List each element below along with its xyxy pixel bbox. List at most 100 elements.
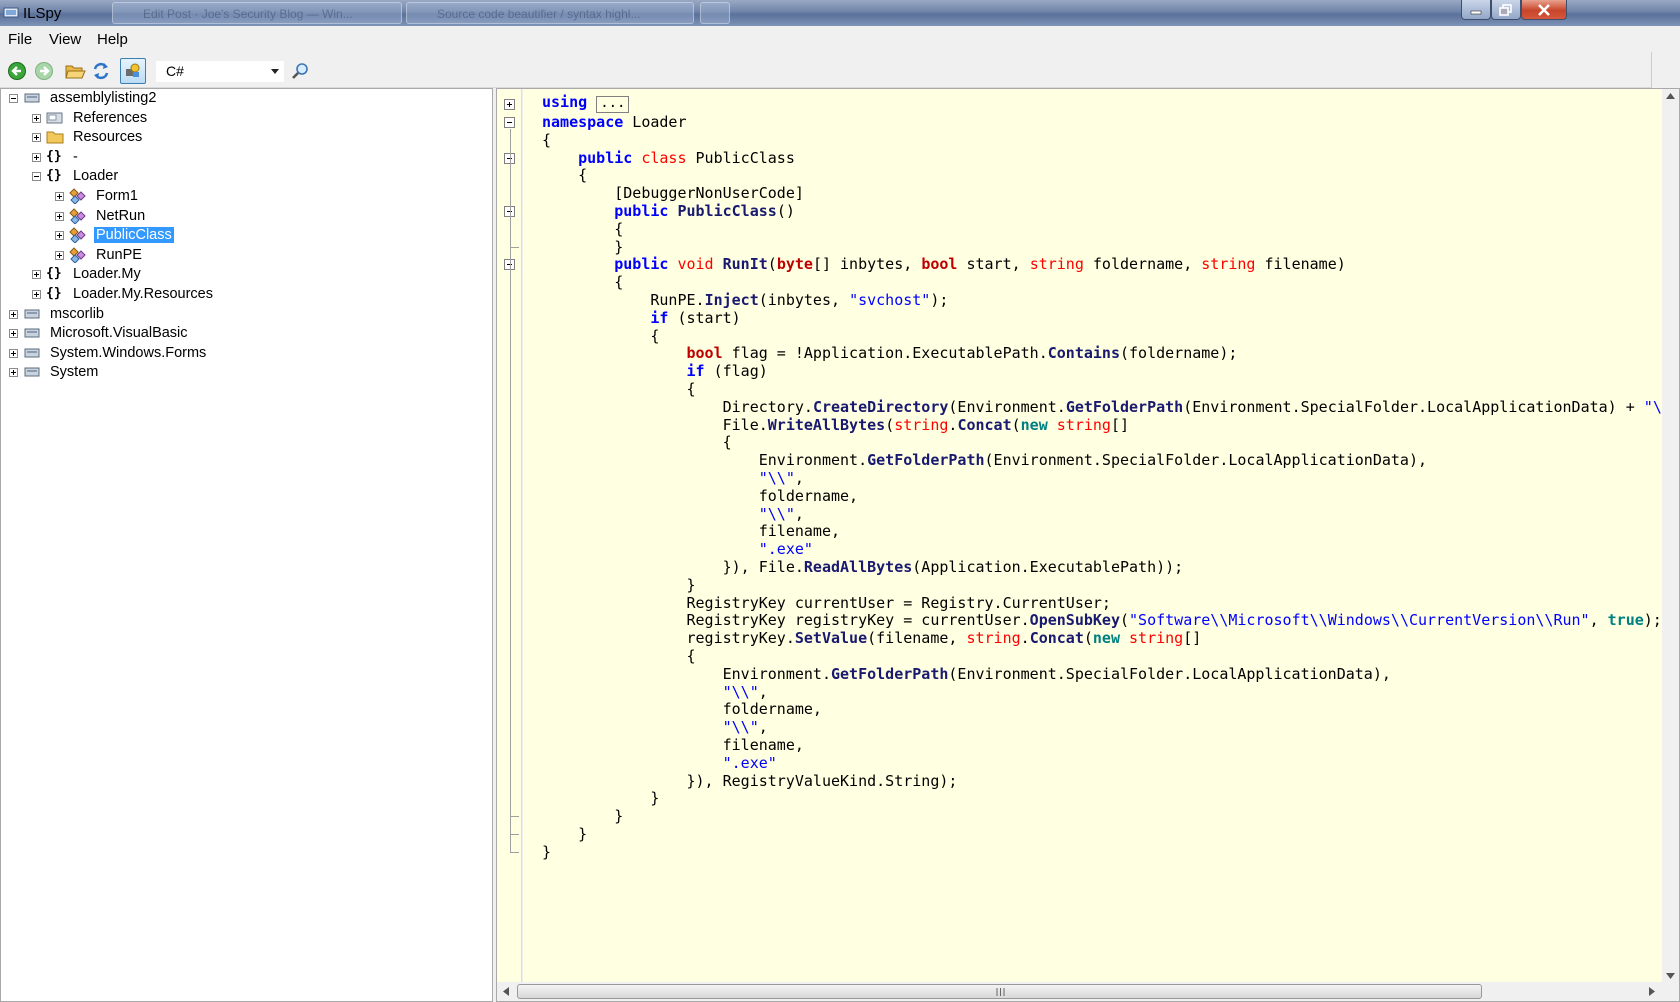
tree-node[interactable]: mscorlib [1,305,491,325]
restore-icon [1499,3,1512,16]
tree-node-label[interactable]: Microsoft.VisualBasic [48,325,190,341]
language-dropdown-value: C# [166,63,184,79]
collapse-namespace-icon[interactable] [504,117,515,128]
expand-icon[interactable] [55,250,64,260]
code-line: namespace Loader [542,113,687,131]
reload-button[interactable] [90,60,112,82]
minimize-button[interactable] [1461,0,1491,20]
code-line: filename, [542,736,804,754]
tree-node[interactable]: {} Loader.My [1,265,491,285]
tree-node-label[interactable]: mscorlib [48,306,106,322]
code-line: } [542,807,624,826]
scroll-down-icon[interactable] [1666,973,1675,979]
search-button[interactable] [289,60,311,82]
code-line: ".exe" [758,540,813,559]
tree-node[interactable]: {} Loader [1,167,491,187]
expand-icon[interactable] [55,231,64,241]
tree-node[interactable]: System.Windows.Forms [1,344,491,364]
language-dropdown[interactable]: C# [156,61,284,82]
code-line: Environment.GetFolderPath(Environment.Sp… [542,664,1391,683]
horizontal-scroll-thumb[interactable] [517,984,1482,999]
search-icon [292,63,308,79]
expand-icon[interactable] [32,133,41,143]
fold-guide-end [510,246,519,248]
tree-node-label[interactable]: Resources [71,129,144,145]
menu-view[interactable]: View [49,31,81,48]
fold-guide-end [510,834,519,835]
expand-icon[interactable] [9,309,18,319]
open-button[interactable] [64,60,86,82]
code-line: registryKey.SetValue(filename, string.Co… [542,629,1202,648]
tree-node[interactable]: NetRun [1,207,491,227]
background-window-close-icon[interactable] [700,2,730,24]
background-window-tab[interactable]: Source code beautifier / syntax highl... [406,2,694,24]
background-window-tab[interactable]: Edit Post · Joe's Security Blog — Win... [112,2,402,24]
menu-help[interactable]: Help [97,31,128,48]
expand-icon[interactable] [9,368,18,378]
assembly-icon [23,90,41,107]
tree-node[interactable]: Resources [1,128,491,148]
expand-icon[interactable] [32,270,41,280]
menu-file[interactable]: File [8,31,32,48]
grip-icon [996,988,1005,996]
tree-node[interactable]: RunPE [1,246,491,266]
tree-node-label[interactable]: - [71,149,80,165]
scroll-left-icon[interactable] [503,987,509,996]
collapse-icon[interactable] [9,94,18,103]
tree-node[interactable]: Form1 [1,187,491,207]
expand-icon[interactable] [55,211,64,221]
reload-icon [93,62,109,80]
tree-node-label[interactable]: System.Windows.Forms [48,345,208,361]
expand-icon[interactable] [55,192,64,201]
tree-node[interactable]: assemblylisting2 [1,89,491,109]
code-line: { [542,326,660,345]
collapsed-usings[interactable]: ... [596,96,630,114]
tree-node-label[interactable]: System [48,364,100,380]
namespace-icon: {} [46,266,62,282]
tree-node[interactable]: References [1,109,491,129]
tree-node-label[interactable]: Loader.My [71,266,143,282]
maximize-button[interactable] [1491,0,1521,20]
class-icon [69,227,87,244]
expand-icon[interactable] [9,329,18,339]
code-line: RunPE.Inject(inbytes, "svchost"); [542,291,949,309]
code-line: { [542,433,732,452]
close-icon [1538,3,1550,16]
expand-icon[interactable] [32,113,41,123]
tree-node[interactable]: System [1,363,491,383]
expand-usings-icon[interactable] [504,99,515,111]
scroll-up-icon[interactable] [1666,93,1675,99]
window-title: ILSpy [23,5,62,22]
forward-button[interactable] [33,60,55,82]
tree-node[interactable]: PublicClass [1,226,491,246]
tree-node-label[interactable]: RunPE [94,247,144,263]
tree-node[interactable]: {} - [1,148,491,168]
scroll-right-icon[interactable] [1649,987,1655,996]
horizontal-scrollbar[interactable] [497,982,1662,1001]
tree-node-label[interactable]: Form1 [94,188,140,204]
back-button[interactable] [6,60,28,82]
tree-node-label[interactable]: PublicClass [94,227,174,244]
code-line: foldername, [542,700,822,719]
tree-node-label[interactable]: References [71,110,149,126]
tree-node[interactable]: {} Loader.My.Resources [1,285,491,305]
assembly-tree[interactable]: assemblylisting2 References Resources{} -{}… [0,88,493,1002]
expand-icon[interactable] [32,290,41,299]
show-internal-icon [126,63,140,77]
toolbar-overflow[interactable] [1651,52,1680,88]
collapse-icon[interactable] [32,172,41,182]
code-line: "\\", [758,504,804,523]
show-internal-types-toggle[interactable] [120,58,146,84]
tree-node-label[interactable]: NetRun [94,208,147,224]
tree-node[interactable]: Microsoft.VisualBasic [1,324,491,344]
expand-icon[interactable] [32,152,41,162]
code-line: "\\", [722,718,768,737]
fold-gutter [497,89,522,982]
tree-node-label[interactable]: Loader [71,168,120,184]
tree-node-label[interactable]: Loader.My.Resources [71,286,215,302]
expand-icon[interactable] [9,348,18,358]
close-button[interactable] [1521,0,1567,20]
vertical-scrollbar[interactable] [1662,89,1679,982]
decompiled-code[interactable]: using ... namespace Loader{ public class … [523,89,1662,982]
tree-node-label[interactable]: assemblylisting2 [48,90,158,106]
